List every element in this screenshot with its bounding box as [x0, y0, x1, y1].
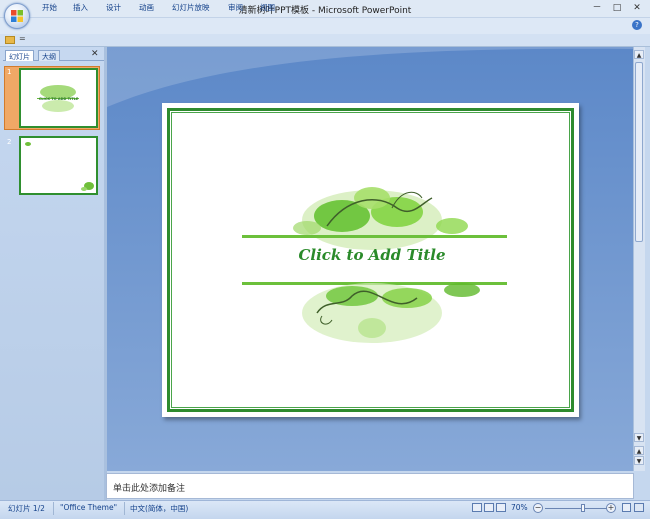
slide-thumbnail-2[interactable] [19, 136, 98, 195]
tab-slides[interactable]: 幻灯片 [5, 50, 34, 61]
language-indicator[interactable]: 中文(简体，中国) [130, 503, 188, 514]
tab-slideshow[interactable]: 幻灯片放映 [172, 2, 210, 13]
slide-title-placeholder[interactable]: Click to Add Title [252, 246, 492, 264]
close-window-button[interactable]: ✕ [627, 2, 647, 15]
slide-number-1: 1 [7, 68, 12, 76]
scroll-thumb[interactable] [635, 62, 643, 242]
maximize-button[interactable]: □ [607, 2, 627, 15]
window-title: 清新树叶PPT模板 - Microsoft PowerPoint [238, 6, 412, 16]
zoom-slider-thumb[interactable] [581, 504, 586, 512]
scroll-down-button[interactable]: ▼ [634, 433, 644, 442]
help-icon[interactable]: ? [632, 20, 642, 30]
status-separator [53, 502, 54, 515]
tab-review[interactable]: 审阅 [228, 2, 243, 13]
theme-name: "Office Theme" [60, 503, 118, 512]
slide-sorter-view-icon[interactable] [484, 503, 494, 512]
status-resize-grip-icon [634, 503, 644, 512]
slide-thumbnail-1[interactable]: CLICK TO ADD TITLE [19, 68, 98, 128]
thumbnail-2-leaf-art [25, 142, 94, 191]
normal-view-icon[interactable] [472, 503, 482, 512]
previous-slide-button[interactable]: ▲ [634, 446, 644, 455]
tab-insert[interactable]: 插入 [73, 2, 88, 13]
notes-pane[interactable]: 单击此处添加备注 [106, 473, 634, 499]
zoom-out-button[interactable]: − [533, 503, 543, 513]
slide-number-2: 2 [7, 138, 12, 146]
notes-placeholder: 单击此处添加备注 [113, 484, 186, 494]
open-folder-icon[interactable] [5, 36, 15, 44]
ribbon-tabs-bar [0, 18, 650, 34]
tab-outline[interactable]: 大纲 [38, 50, 60, 61]
next-slide-button[interactable]: ▼ [634, 456, 644, 465]
tab-view[interactable]: 视图 [260, 2, 275, 13]
powerpoint-window: 清新树叶PPT模板 - Microsoft PowerPoint － □ ✕ 开… [0, 0, 650, 519]
zoom-in-button[interactable]: + [606, 503, 616, 513]
scroll-up-button[interactable]: ▲ [634, 50, 644, 59]
leaf-vine-decoration [242, 187, 507, 343]
tab-animation[interactable]: 动画 [139, 2, 154, 13]
close-panel-button[interactable]: ✕ [91, 49, 99, 59]
slide-position-indicator: 幻灯片 1/2 [8, 504, 45, 513]
office-button[interactable] [4, 3, 30, 29]
customize-toolbar-button[interactable]: = [19, 34, 26, 43]
fit-to-window-icon[interactable] [622, 503, 631, 512]
quick-access-toolbar [0, 34, 650, 47]
zoom-level[interactable]: 70% [511, 503, 528, 512]
tab-home[interactable]: 开始 [42, 2, 57, 13]
current-slide[interactable]: Click to Add Title [162, 103, 579, 417]
minimize-button[interactable]: － [587, 2, 607, 15]
slideshow-view-icon[interactable] [496, 503, 506, 512]
tab-design[interactable]: 设计 [106, 2, 121, 13]
thumbnail-1-title: CLICK TO ADD TITLE [38, 97, 79, 101]
office-logo-icon [11, 10, 23, 22]
status-separator [124, 502, 125, 515]
zoom-slider-track[interactable] [545, 508, 607, 509]
